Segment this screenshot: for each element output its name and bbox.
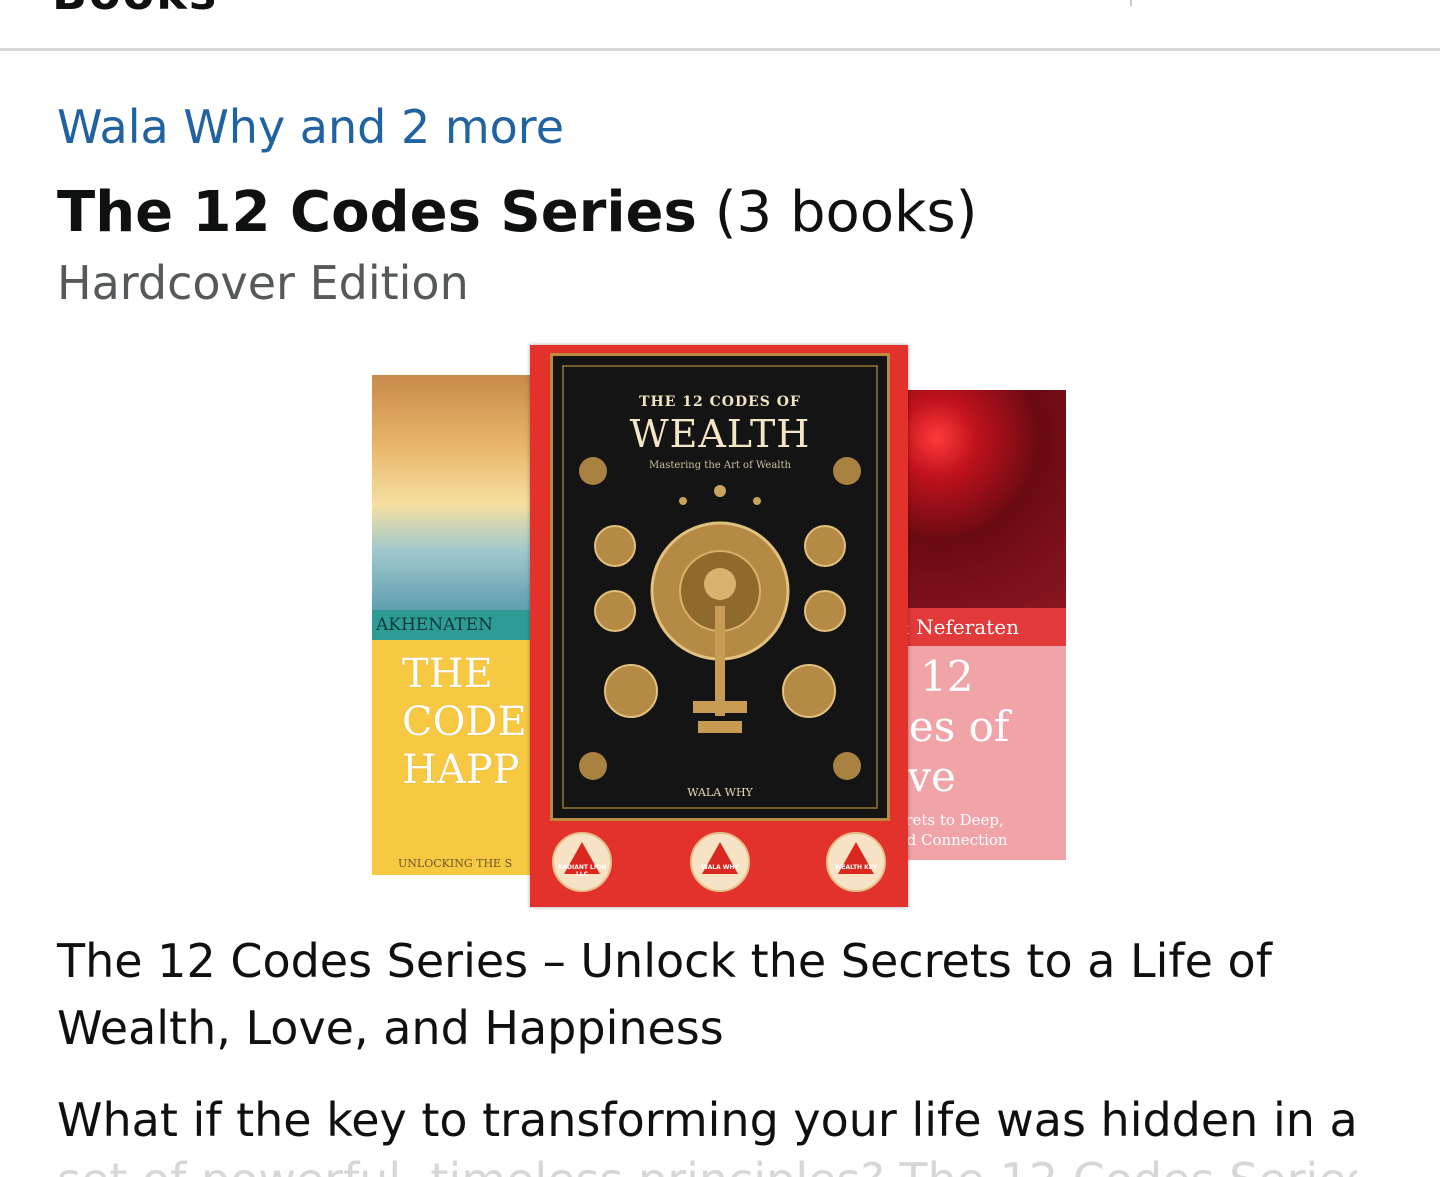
cover-wealth-author: WALA WHY [687, 786, 753, 799]
cover-love-art [882, 390, 1066, 608]
cover-wealth-tagline: Mastering the Art of Wealth [649, 460, 791, 471]
author-badge-icon: WALA WHY [690, 832, 750, 892]
cover-wealth-title: WEALTH [629, 412, 811, 456]
description-fade-line: set of powerful, timeless principles? Th… [57, 1150, 1357, 1177]
top-bar-divider [1130, 0, 1132, 6]
authors-link[interactable]: Wala Why and 2 more [57, 100, 564, 154]
cover-love: & Neferaten e 12 des of ove ecrets to De… [882, 390, 1066, 860]
key-badge-icon: WEALTH KEY [826, 832, 886, 892]
cover-wealth-small-title: THE 12 CODES OF [639, 394, 801, 410]
series-title: The 12 Codes Series (3 books) [57, 180, 978, 245]
publisher-badge-icon: RADIANT LION LLC [552, 832, 612, 892]
cover-happiness-art [372, 375, 542, 610]
cover-happiness-subtitle: UNLOCKING THE S JOY AND IN [398, 857, 513, 875]
cover-happiness-band: AKHENATEN [372, 610, 542, 640]
description-paragraph: What if the key to transforming your lif… [57, 1093, 1358, 1147]
badge-label: WEALTH KEY [834, 864, 878, 871]
badge-label: WALA WHY [701, 864, 739, 871]
cover-happiness: AKHENATEN THE CODE HAPP UNLOCKING THE S … [372, 375, 542, 875]
top-bar: Books [0, 0, 1440, 51]
top-bar-title: Books [52, 0, 218, 20]
series-name: The 12 Codes Series [57, 180, 697, 245]
description-headline: The 12 Codes Series – Unlock the Secrets… [57, 934, 1272, 1055]
cover-love-band: & Neferaten [882, 608, 1066, 646]
cover-wealth: THE 12 CODES OF WEALTH Mastering the Art… [530, 345, 908, 907]
cover-happiness-title: THE CODE HAPP [402, 651, 527, 793]
cover-wealth-book: THE 12 CODES OF WEALTH Mastering the Art… [550, 353, 890, 821]
edition-label: Hardcover Edition [57, 256, 469, 310]
series-count: (3 books) [714, 180, 978, 245]
series-covers-image[interactable]: AKHENATEN THE CODE HAPP UNLOCKING THE S … [372, 340, 1072, 910]
badge-label: RADIANT LION LLC [557, 864, 607, 878]
